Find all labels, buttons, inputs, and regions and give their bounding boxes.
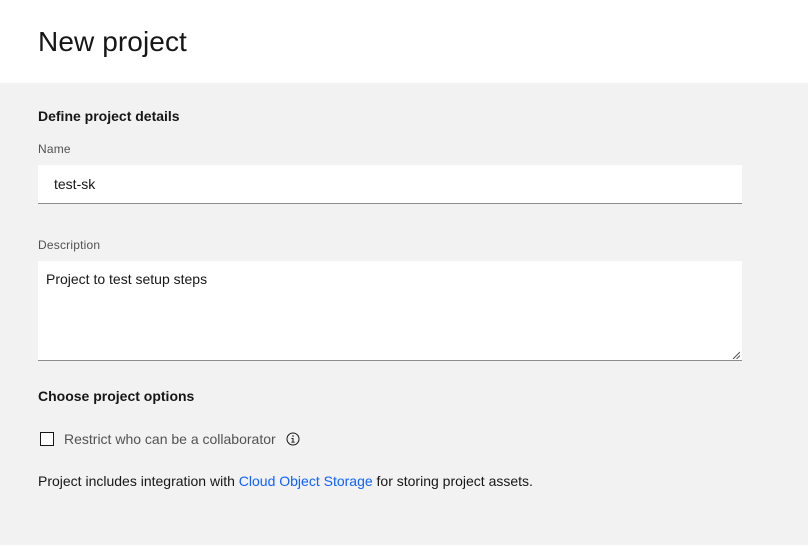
define-details-heading: Define project details: [38, 108, 180, 124]
integration-note-suffix: for storing project assets.: [372, 473, 533, 489]
choose-options-heading: Choose project options: [38, 388, 195, 404]
page-title: New project: [38, 26, 187, 57]
resize-grip-icon[interactable]: [732, 351, 740, 359]
restrict-collaborator-checkbox[interactable]: [40, 432, 54, 446]
description-textarea[interactable]: Project to test setup steps: [38, 261, 742, 361]
info-icon[interactable]: [286, 432, 300, 446]
integration-note: Project includes integration with Cloud …: [38, 472, 533, 490]
restrict-collaborator-option: Restrict who can be a collaborator: [40, 430, 300, 448]
page-header: New project: [0, 0, 808, 83]
integration-note-prefix: Project includes integration with: [38, 473, 239, 489]
description-field: Project to test setup steps: [38, 261, 742, 361]
cloud-object-storage-link[interactable]: Cloud Object Storage: [239, 473, 373, 489]
name-input[interactable]: [38, 165, 742, 204]
name-label: Name: [38, 142, 71, 156]
description-label: Description: [38, 238, 101, 252]
restrict-collaborator-label[interactable]: Restrict who can be a collaborator: [64, 431, 276, 447]
